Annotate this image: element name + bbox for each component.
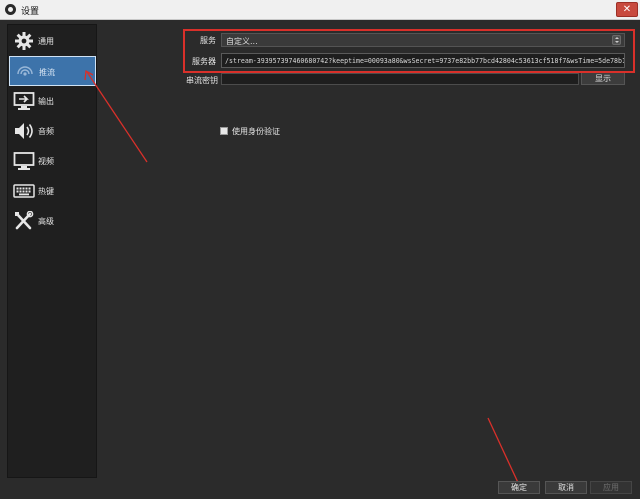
sidebar-item-label: 视频 — [38, 157, 54, 166]
auth-checkbox[interactable] — [220, 127, 228, 135]
stream-key-label: 串流密钥 — [186, 76, 218, 85]
updown-arrow-icon — [612, 35, 621, 45]
service-label: 服务 — [200, 36, 216, 45]
service-dropdown[interactable]: 自定义... — [221, 33, 625, 47]
keyboard-icon — [13, 184, 35, 198]
cancel-button[interactable]: 取消 — [545, 481, 587, 494]
speaker-icon — [15, 123, 33, 139]
window-title: 设置 — [21, 7, 40, 17]
sidebar-item-general[interactable]: 通用 — [9, 26, 96, 56]
title-bar: 设置 ✕ — [0, 0, 640, 20]
service-value: 自定义... — [226, 37, 258, 46]
auth-checkbox-label: 使用身份验证 — [232, 127, 280, 136]
server-input[interactable]: /stream-393957397460680742?keeptime=0009… — [221, 53, 625, 68]
sidebar-item-video[interactable]: 视频 — [9, 146, 96, 176]
sidebar-item-label: 通用 — [38, 37, 54, 46]
stream-icon — [17, 66, 33, 76]
output-icon — [13, 92, 35, 110]
apply-button[interactable]: 应用 — [590, 481, 632, 494]
sidebar-item-output[interactable]: 输出 — [9, 86, 96, 116]
sidebar-item-stream[interactable]: 推流 — [9, 56, 96, 86]
show-key-button[interactable]: 显示 — [581, 72, 625, 85]
server-label: 服务器 — [192, 57, 216, 66]
stream-settings-panel: 服务 自定义... 服务器 /stream-393957397460680742… — [100, 20, 640, 499]
close-button[interactable]: ✕ — [616, 2, 638, 17]
sidebar-item-label: 热键 — [38, 187, 54, 196]
tools-icon — [15, 211, 34, 230]
stream-key-input[interactable] — [221, 73, 579, 85]
obs-logo-icon — [5, 4, 16, 15]
sidebar-item-label: 推流 — [39, 68, 55, 77]
sidebar-item-hotkeys[interactable]: 热键 — [9, 176, 96, 206]
ok-button[interactable]: 确定 — [498, 481, 540, 494]
sidebar-item-label: 高级 — [38, 217, 54, 226]
sidebar-item-audio[interactable]: 音频 — [9, 116, 96, 146]
monitor-icon — [13, 152, 35, 170]
gear-icon — [15, 32, 33, 50]
settings-sidebar: 通用 推流 输出 音频 视频 热键 高级 — [7, 24, 97, 478]
sidebar-item-advanced[interactable]: 高级 — [9, 206, 96, 236]
sidebar-item-label: 音频 — [38, 127, 54, 136]
sidebar-item-label: 输出 — [38, 97, 54, 106]
